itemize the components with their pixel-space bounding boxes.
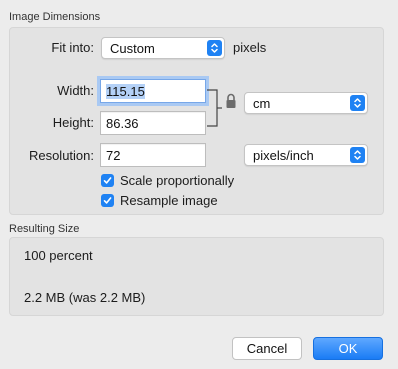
image-dimensions-title: Image Dimensions — [9, 11, 101, 23]
resample-image-checkbox[interactable] — [101, 194, 114, 207]
height-field[interactable]: 86.36 — [100, 111, 206, 135]
resolution-field[interactable]: 72 — [100, 143, 206, 167]
size-unit-select[interactable]: cm — [244, 92, 368, 114]
updown-chevron-icon — [350, 147, 365, 163]
resulting-percent: 100 percent — [24, 248, 93, 263]
height-label: Height: — [52, 115, 94, 130]
resolution-unit-select[interactable]: pixels/inch — [244, 144, 368, 166]
ok-button[interactable]: OK — [313, 337, 383, 360]
fit-into-select[interactable]: Custom — [101, 37, 225, 59]
scale-proportionally-label: Scale proportionally — [120, 173, 235, 188]
width-selected-text: 115.15 — [106, 83, 145, 99]
updown-chevron-icon — [350, 95, 365, 111]
width-field[interactable]: 115.15 — [100, 79, 206, 103]
updown-chevron-icon — [207, 40, 222, 56]
checkmark-icon — [103, 197, 112, 204]
resolution-unit-value: pixels/inch — [253, 147, 314, 163]
lock-icon[interactable] — [224, 92, 238, 110]
resulting-size-title: Resulting Size — [9, 223, 80, 235]
height-value: 86.36 — [106, 115, 139, 131]
fit-into-value: Custom — [110, 40, 155, 56]
scale-proportionally-option[interactable]: Scale proportionally — [101, 173, 234, 188]
resolution-value: 72 — [106, 147, 121, 163]
resulting-file-size: 2.2 MB (was 2.2 MB) — [24, 290, 146, 305]
checkmark-icon — [103, 177, 112, 184]
resolution-label: Resolution: — [28, 148, 94, 163]
size-unit-value: cm — [253, 95, 271, 111]
scale-proportionally-checkbox[interactable] — [101, 174, 114, 187]
resample-image-option[interactable]: Resample image — [101, 193, 218, 208]
cancel-button[interactable]: Cancel — [232, 337, 302, 360]
resample-image-label: Resample image — [120, 193, 218, 208]
width-label: Width: — [57, 83, 94, 98]
fit-into-label: Fit into: — [51, 40, 94, 55]
width-value: 115.15 — [106, 80, 145, 102]
fit-into-unit-label: pixels — [233, 40, 267, 55]
